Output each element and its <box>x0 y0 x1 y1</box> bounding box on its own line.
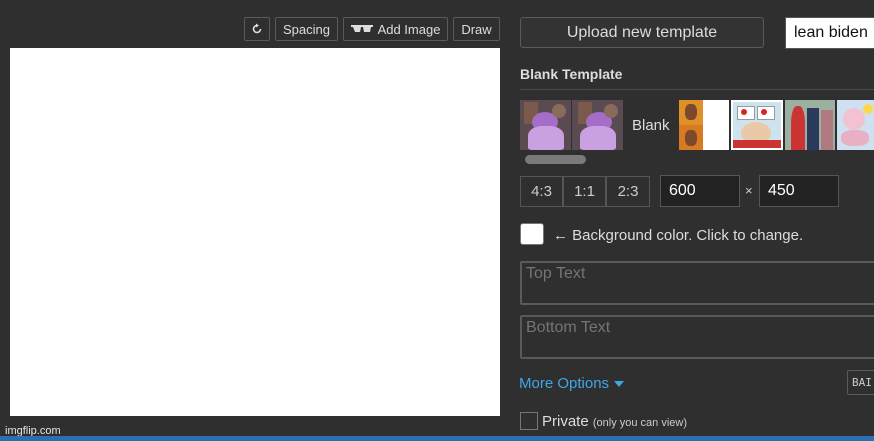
thumbnail-scrollbar[interactable] <box>525 155 586 164</box>
width-input[interactable] <box>660 175 740 207</box>
template-thumb-button[interactable] <box>731 100 783 150</box>
top-text-input[interactable] <box>520 261 874 305</box>
caret-down-icon <box>614 380 625 387</box>
template-thumb-2[interactable] <box>572 100 623 150</box>
draw-button-label: Draw <box>461 21 492 37</box>
sunglasses-icon <box>350 25 373 32</box>
more-options-label: More Options <box>519 375 610 392</box>
rotate-button[interactable] <box>244 17 270 41</box>
times-symbol: × <box>745 183 753 198</box>
private-text: Private <box>542 413 589 430</box>
private-checkbox[interactable] <box>520 412 538 430</box>
template-search-input[interactable] <box>785 17 874 49</box>
ratio-4-3-button[interactable]: 4:3 <box>520 176 563 207</box>
template-thumb-cartoon[interactable] <box>837 100 874 150</box>
ratio-2-3-button[interactable]: 2:3 <box>606 176 650 207</box>
draw-button[interactable]: Draw <box>453 17 500 41</box>
taskbar-strip <box>0 436 874 441</box>
template-thumb-couple[interactable] <box>785 100 835 150</box>
spacing-button-label: Spacing <box>283 21 330 37</box>
font-button[interactable]: BAI <box>847 370 874 395</box>
ratio-1-1-button[interactable]: 1:1 <box>563 176 606 207</box>
private-label: Private (only you can view) <box>542 413 687 430</box>
background-color-label: ← Background color. Click to change. <box>553 227 804 244</box>
more-options-link[interactable]: More Options <box>519 375 625 392</box>
template-thumb-drake[interactable] <box>679 100 729 150</box>
divider <box>520 89 874 90</box>
blank-template-option[interactable]: Blank <box>632 117 670 134</box>
spacing-button[interactable]: Spacing <box>275 17 338 41</box>
add-image-button[interactable]: Add Image <box>343 17 448 41</box>
template-thumb-1[interactable] <box>520 100 571 150</box>
template-title: Blank Template <box>520 66 623 82</box>
bottom-text-input[interactable] <box>520 315 874 359</box>
rotate-icon <box>252 23 262 34</box>
height-input[interactable] <box>759 175 839 207</box>
upload-template-button[interactable]: Upload new template <box>520 17 764 48</box>
background-color-swatch[interactable] <box>520 223 544 245</box>
meme-canvas[interactable] <box>10 48 500 416</box>
private-subtext: (only you can view) <box>592 417 688 429</box>
add-image-button-label: Add Image <box>377 21 441 37</box>
